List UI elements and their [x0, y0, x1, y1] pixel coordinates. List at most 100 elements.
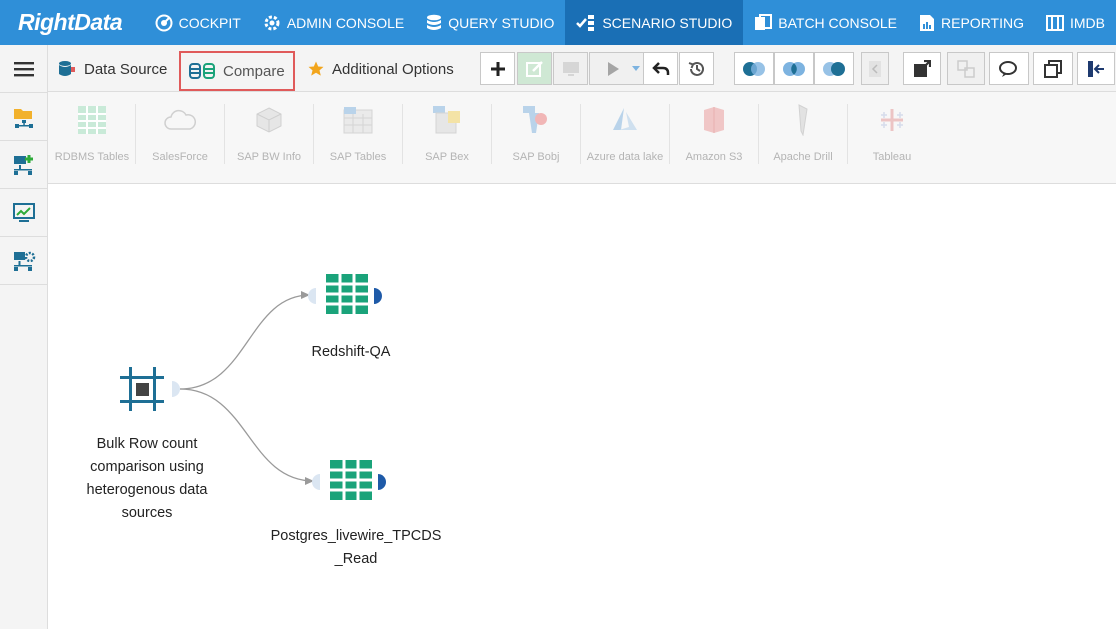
copy-icon: [957, 59, 975, 78]
copy-button[interactable]: [947, 52, 985, 85]
report-icon: [920, 14, 935, 31]
tab-additional-options-label: Additional Options: [332, 60, 454, 78]
redshift-node[interactable]: [306, 272, 386, 318]
undo-button[interactable]: [643, 52, 678, 85]
redshift-node-label: Redshift-QA: [311, 344, 391, 360]
scenario-canvas[interactable]: Bulk Row count comparison using heteroge…: [48, 184, 1116, 629]
chevron-left-icon: [869, 60, 881, 77]
add-button[interactable]: [480, 52, 515, 85]
scenario-node-icon: [120, 367, 180, 411]
clone-icon: [1044, 59, 1062, 78]
nav-scenario-studio-label: SCENARIO STUDIO: [602, 14, 733, 31]
collapse-button[interactable]: [861, 52, 889, 85]
table-node-icon: [312, 460, 386, 500]
new-scenario-button[interactable]: [0, 141, 47, 189]
source-node[interactable]: [120, 367, 180, 411]
hamburger-icon: [13, 61, 34, 76]
plus-icon: [490, 61, 505, 76]
gear-icon: [264, 15, 280, 30]
expand-icon: [914, 59, 931, 77]
clone-button[interactable]: [1033, 52, 1073, 85]
ribbon-label: Amazon S3: [685, 151, 743, 163]
folder-network-icon: [13, 108, 33, 128]
panel-icon: [1088, 60, 1104, 77]
network-gear-icon: [13, 251, 35, 271]
open-scenario-button[interactable]: [0, 93, 47, 141]
cloud-icon: [164, 109, 196, 130]
ribbon-label: SAP Tables: [329, 151, 387, 163]
nav-query-studio-label: QUERY STUDIO: [448, 14, 555, 31]
ribbon-sap-bw-info[interactable]: SAP BW Info: [225, 104, 313, 165]
add-network-icon: [13, 154, 33, 175]
join-inner-button[interactable]: [774, 52, 814, 85]
panel-button[interactable]: [1077, 52, 1115, 85]
history-icon: [688, 61, 704, 76]
undo-icon: [651, 61, 669, 75]
database-icon: [427, 14, 442, 30]
ribbon-rdbms-tables[interactable]: RDBMS Tables: [48, 104, 136, 165]
ribbon-label: Apache Drill: [773, 151, 833, 163]
azure-icon: [613, 108, 637, 130]
tab-additional-options[interactable]: Additional Options: [300, 51, 462, 87]
join-left-button[interactable]: [734, 52, 774, 85]
nav-admin-console[interactable]: ADMIN CONSOLE: [252, 0, 415, 45]
comments-button[interactable]: [989, 52, 1029, 85]
tab-compare[interactable]: Compare: [179, 51, 295, 91]
history-button[interactable]: [679, 52, 714, 85]
imdb-icon: [1046, 14, 1064, 31]
cockpit-icon: [155, 14, 173, 31]
nav-imdb[interactable]: IMDB: [1035, 0, 1116, 45]
database-plug-icon: [59, 61, 75, 76]
menu-toggle-button[interactable]: [0, 45, 47, 93]
ribbon-label: RDBMS Tables: [54, 151, 130, 163]
nav-scenario-studio[interactable]: SCENARIO STUDIO: [565, 0, 744, 45]
ribbon-sap-bex[interactable]: SAP Bex: [403, 104, 491, 165]
play-icon: [607, 61, 619, 76]
cube-icon: [256, 107, 282, 133]
ribbon-apache-drill[interactable]: Apache Drill: [759, 104, 847, 165]
ribbon-label: Tableau: [872, 151, 912, 163]
tab-data-source[interactable]: Data Source: [50, 51, 175, 87]
s3-bucket-icon: [704, 107, 724, 133]
ribbon-label: SAP Bex: [425, 151, 469, 163]
ribbon-salesforce[interactable]: SalesForce: [136, 104, 224, 165]
app-root: RightData COCKPIT ADMIN CONSOLE QUERY ST…: [0, 0, 1116, 629]
expand-button[interactable]: [903, 52, 941, 85]
venn-inner-icon: [783, 61, 805, 76]
venn-left-icon: [743, 61, 765, 76]
nav-batch-console[interactable]: BATCH CONSOLE: [743, 0, 908, 45]
join-right-button[interactable]: [814, 52, 854, 85]
brand-logo[interactable]: RightData: [0, 0, 144, 45]
compare-databases-icon: [189, 63, 215, 79]
edit-icon: [525, 60, 543, 77]
nav-query-studio[interactable]: QUERY STUDIO: [415, 0, 565, 45]
flow-connectors: [179, 291, 315, 485]
nav-cockpit[interactable]: COCKPIT: [144, 0, 252, 45]
ribbon-amazon-s3[interactable]: Amazon S3: [670, 104, 758, 165]
scenario-icon: [576, 14, 595, 31]
run-button[interactable]: [589, 52, 646, 85]
postgres-node-label: Postgres_livewire_TPCDS_Read: [270, 528, 442, 567]
data-source-ribbon: RDBMS Tables SalesForce SAP BW Info SAP …: [48, 92, 1116, 184]
ribbon-tableau[interactable]: Tableau: [848, 104, 936, 165]
dashboard-button[interactable]: [0, 189, 47, 237]
settings-network-button[interactable]: [0, 237, 47, 285]
preview-button[interactable]: [553, 52, 588, 85]
tableau-icon: [881, 109, 903, 131]
ribbon-sap-bobj[interactable]: SAP Bobj: [492, 104, 580, 165]
postgres-node[interactable]: [310, 458, 390, 504]
ribbon-label: SAP Bobj: [512, 151, 560, 163]
nav-reporting[interactable]: REPORTING: [908, 0, 1035, 45]
ribbon-sap-tables[interactable]: SAP Tables: [314, 104, 402, 165]
sap-table-icon: [343, 107, 373, 134]
chat-icon: [999, 60, 1017, 77]
top-nav: RightData COCKPIT ADMIN CONSOLE QUERY ST…: [0, 0, 1116, 45]
brand-name: RightData: [18, 9, 123, 35]
toolbar: Data Source Compare Additional Options: [48, 45, 1116, 92]
ribbon-azure-data-lake[interactable]: Azure data lake: [581, 104, 669, 165]
source-node-label: Bulk Row count comparison using heteroge…: [86, 436, 208, 521]
monitor-chart-icon: [12, 202, 35, 222]
table-node-icon: [308, 274, 382, 314]
chevron-down-icon: [631, 65, 640, 71]
edit-button[interactable]: [517, 52, 552, 85]
